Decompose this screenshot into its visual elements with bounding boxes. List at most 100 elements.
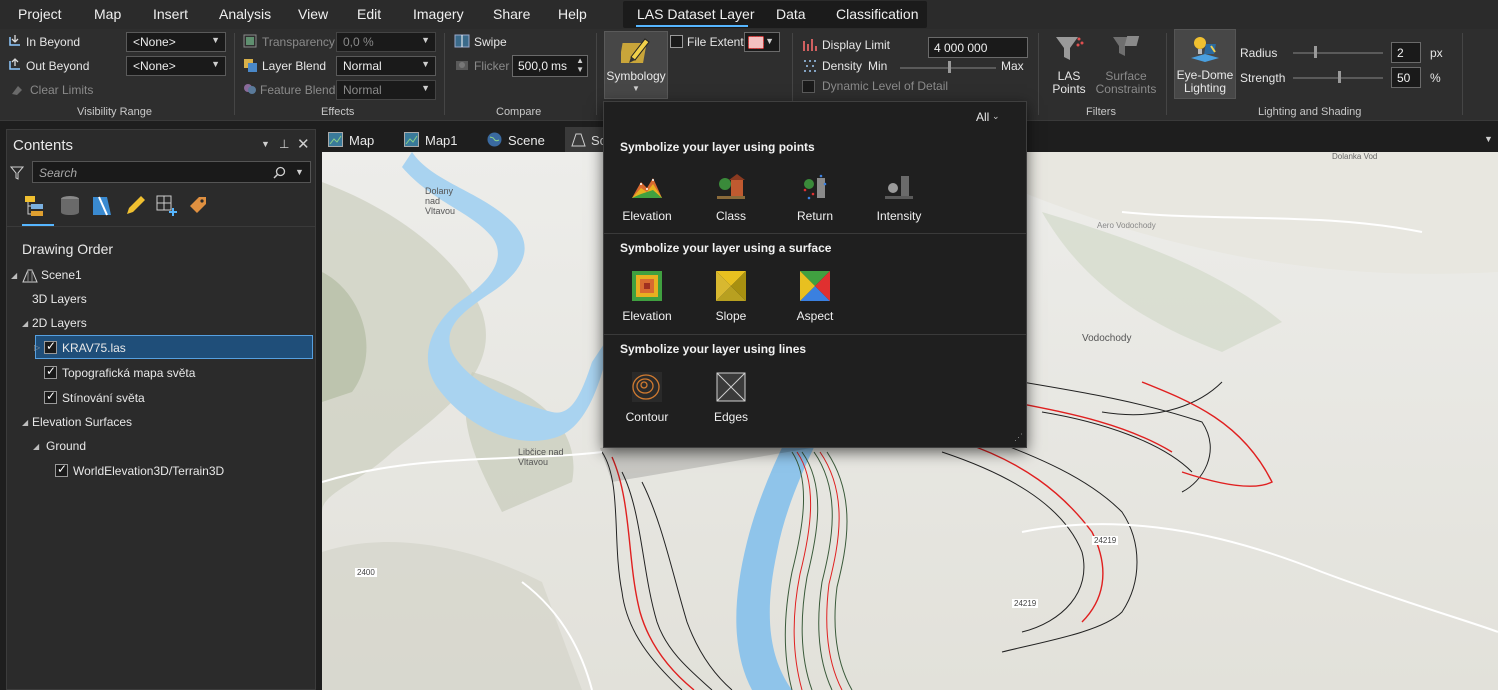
list-by-snapping-icon[interactable] <box>155 194 179 218</box>
tree-3d-layers[interactable]: 3D Layers <box>32 292 87 306</box>
tree-world-elevation[interactable]: WorldElevation3D/Terrain3D <box>73 464 224 478</box>
menu-analysis[interactable]: Analysis <box>219 6 271 22</box>
chevron-down-icon: ▼ <box>632 84 640 93</box>
symbology-button[interactable]: Symbology ▼ <box>604 31 668 99</box>
flicker-icon <box>456 61 468 70</box>
map-icon <box>404 132 419 147</box>
list-by-editing-icon[interactable] <box>123 194 145 218</box>
list-by-labeling-icon[interactable] <box>187 194 209 218</box>
tree-scene1[interactable]: Scene1 <box>41 268 82 282</box>
resize-grip-icon[interactable]: ⋰ <box>1014 432 1023 443</box>
clear-limits-icon <box>12 86 22 95</box>
layer-topo-checkbox[interactable] <box>44 364 57 379</box>
filter-icon[interactable] <box>10 166 24 180</box>
clear-limits-button[interactable]: Clear Limits <box>30 83 93 97</box>
file-extent-symbol-dropdown[interactable]: ▼ <box>744 32 780 52</box>
symbolize-points-intensity[interactable]: Intensity <box>864 168 934 228</box>
extent-symbol-icon <box>748 36 764 49</box>
edl-label-2: Lighting <box>1183 81 1227 95</box>
tab-data[interactable]: Data <box>776 6 806 22</box>
surface-constraints-button[interactable]: Surface Constraints <box>1094 31 1158 97</box>
swipe-button[interactable]: Swipe <box>474 35 507 49</box>
pin-icon[interactable]: ⊥ <box>279 137 289 151</box>
radius-input[interactable]: 2 <box>1391 42 1421 63</box>
expand-layer-icon[interactable]: ▷ <box>34 343 40 352</box>
menu-project[interactable]: Project <box>18 6 62 22</box>
out-beyond-dropdown[interactable]: <None> ▼ <box>126 56 226 76</box>
pane-options-chevron-icon[interactable]: ▼ <box>261 139 270 149</box>
symbolize-lines-contour[interactable]: Contour <box>612 369 682 429</box>
tree-ground[interactable]: Ground <box>46 439 86 453</box>
collapse-2d-layers-icon[interactable]: ◢ <box>22 319 28 328</box>
layer-blend-label: Layer Blend <box>262 59 327 73</box>
list-by-selection-icon[interactable] <box>91 194 113 218</box>
strength-slider-thumb[interactable] <box>1338 71 1341 83</box>
strength-input[interactable]: 50 <box>1391 67 1421 88</box>
density-slider-thumb[interactable] <box>948 61 951 73</box>
layer-hillshade-checkbox[interactable] <box>44 389 57 404</box>
label-slope: Slope <box>715 309 747 323</box>
collapse-elevation-icon[interactable]: ◢ <box>22 418 28 427</box>
symbolize-surface-elevation[interactable]: Elevation <box>612 268 682 328</box>
tree-2d-layers[interactable]: 2D Layers <box>32 316 87 330</box>
flicker-input[interactable]: 500,0 ms ▲ ▼ <box>512 55 588 77</box>
chevron-down-icon: ▼ <box>421 83 430 93</box>
collapse-scene-icon[interactable]: ◢ <box>11 271 17 280</box>
close-icon[interactable]: ✕ <box>297 135 310 153</box>
layer-blend-dropdown[interactable]: Normal ▼ <box>336 56 436 76</box>
tab-map1[interactable]: Map1 <box>425 133 458 148</box>
list-by-data-source-icon[interactable] <box>59 194 81 218</box>
layer-blend-icon <box>244 59 257 72</box>
tab-overflow-chevron-icon[interactable]: ▼ <box>1484 134 1493 144</box>
symbolize-points-return[interactable]: Return <box>780 168 850 228</box>
tab-las-dataset-layer[interactable]: LAS Dataset Layer <box>637 6 755 22</box>
layer-stinovani-sveta[interactable]: Stínování světa <box>62 391 145 405</box>
chevron-down-icon: ▼ <box>211 59 220 69</box>
list-by-drawing-order-icon[interactable] <box>23 194 49 218</box>
feature-blend-dropdown[interactable]: Normal ▼ <box>336 80 436 100</box>
file-extent-checkbox[interactable] <box>670 35 683 48</box>
symbolize-lines-edges[interactable]: Edges <box>696 369 766 429</box>
tab-scene[interactable]: Scene <box>508 133 545 148</box>
group-divider <box>444 33 445 115</box>
search-options-chevron-icon[interactable]: ▼ <box>295 167 304 177</box>
layer-krav75-las[interactable]: KRAV75.las <box>62 341 126 355</box>
menu-help[interactable]: Help <box>558 6 587 22</box>
symbolize-surface-aspect[interactable]: Aspect <box>780 268 850 328</box>
menu-insert[interactable]: Insert <box>153 6 188 22</box>
display-limit-label: Display Limit <box>822 38 891 52</box>
tab-map[interactable]: Map <box>349 133 374 148</box>
menu-edit[interactable]: Edit <box>357 6 381 22</box>
symbolize-points-class[interactable]: Class <box>696 168 766 228</box>
symbolize-surface-slope[interactable]: Slope <box>696 268 766 328</box>
radius-slider-thumb[interactable] <box>1314 46 1317 58</box>
eye-dome-lighting-button[interactable]: Eye-Dome Lighting <box>1174 29 1236 99</box>
strength-slider[interactable] <box>1293 71 1383 83</box>
collapse-ground-icon[interactable]: ◢ <box>33 442 39 451</box>
feature-blend-value: Normal <box>343 83 382 97</box>
symbolize-points-elevation[interactable]: Elevation <box>612 168 682 228</box>
radius-slider[interactable] <box>1293 46 1383 58</box>
in-beyond-dropdown[interactable]: <None> ▼ <box>126 32 226 52</box>
layer-krav75-checkbox[interactable] <box>44 339 57 354</box>
tab-classification[interactable]: Classification <box>836 6 918 22</box>
contents-search-input[interactable]: Search ▼ <box>32 161 311 183</box>
menu-view[interactable]: View <box>298 6 328 22</box>
spinner-icon[interactable]: ▲ ▼ <box>576 56 584 74</box>
terrain-checkbox[interactable] <box>55 462 68 477</box>
map-label-vodochody: Vodochody <box>1082 333 1132 344</box>
menu-map[interactable]: Map <box>94 6 121 22</box>
search-icon[interactable] <box>273 166 286 179</box>
dynamic-lod-checkbox[interactable] <box>802 80 815 93</box>
tree-elevation-surfaces[interactable]: Elevation Surfaces <box>32 415 132 429</box>
gallery-filter[interactable]: All <box>976 110 989 124</box>
display-limit-input[interactable]: 4 000 000 <box>928 37 1028 58</box>
chevron-down-icon[interactable]: ⌄ <box>992 111 1000 122</box>
layer-topograficka-mapa[interactable]: Topografická mapa světa <box>62 366 195 380</box>
menu-imagery[interactable]: Imagery <box>413 6 464 22</box>
transparency-input[interactable]: 0,0 % ▼ <box>336 32 436 52</box>
menu-share[interactable]: Share <box>493 6 530 22</box>
las-points-label-1: LAS <box>1057 69 1081 83</box>
las-points-button[interactable]: LAS Points <box>1046 31 1092 97</box>
display-limit-icon <box>803 39 817 51</box>
